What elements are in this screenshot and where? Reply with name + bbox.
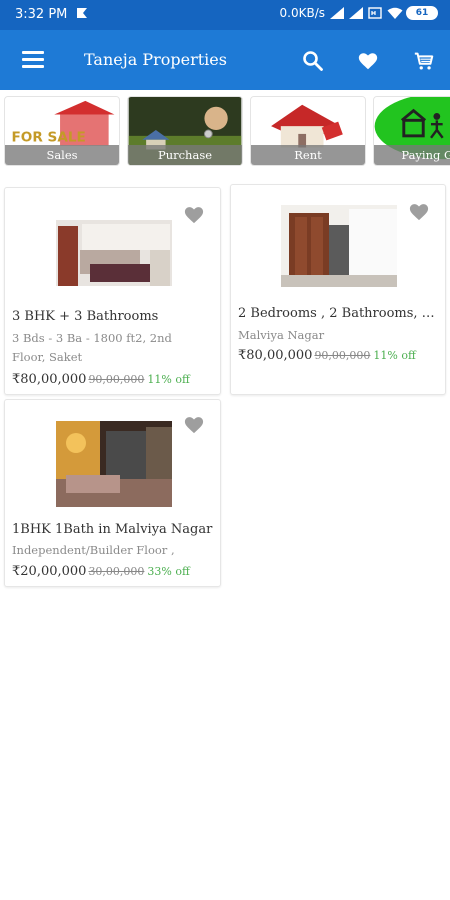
favorite-icon[interactable] bbox=[183, 414, 205, 434]
listing-image bbox=[281, 205, 397, 287]
listing-description: Malviya Nagar bbox=[238, 328, 325, 342]
app-title: Taneja Properties bbox=[84, 50, 227, 69]
menu-icon[interactable] bbox=[22, 51, 44, 69]
listing-card[interactable]: 2 Bedrooms , 2 Bathrooms, 1… Malviya Nag… bbox=[230, 184, 446, 395]
category-rent[interactable]: Rent bbox=[250, 96, 366, 166]
category-label: Paying Gu bbox=[374, 145, 450, 165]
listing-card[interactable]: 1BHK 1Bath in Malviya Nagar Independent/… bbox=[4, 399, 221, 587]
app-bar: Taneja Properties bbox=[0, 30, 450, 90]
battery-indicator: 61 bbox=[406, 6, 438, 20]
listing-price: ₹80,00,000 bbox=[238, 348, 313, 363]
listing-card[interactable]: 3 BHK + 3 Bathrooms 3 Bds - 3 Ba - 1800 … bbox=[4, 187, 221, 395]
listing-title: 3 BHK + 3 Bathrooms bbox=[12, 309, 159, 324]
listing-title: 1BHK 1Bath in Malviya Nagar bbox=[12, 522, 213, 537]
listing-original-price: 90,00,000 bbox=[88, 373, 145, 386]
listing-image bbox=[56, 220, 172, 286]
listing-price-row: ₹80,00,000 90,00,000 11% off bbox=[238, 348, 416, 363]
wifi-icon bbox=[387, 7, 403, 19]
search-icon[interactable] bbox=[302, 50, 324, 72]
listing-original-price: 90,00,000 bbox=[314, 349, 371, 362]
notification-flag-icon bbox=[76, 7, 88, 22]
hd-icon bbox=[368, 7, 382, 19]
favorite-icon[interactable] bbox=[408, 201, 430, 221]
status-bar: 3:32 PM 0.0KB/s 61 bbox=[0, 0, 450, 30]
network-speed: 0.0KB/s bbox=[279, 6, 325, 20]
listing-price-row: ₹20,00,000 30,00,000 33% off bbox=[12, 564, 190, 579]
status-time: 3:32 PM bbox=[15, 7, 68, 22]
signal-icon bbox=[330, 7, 344, 19]
svg-text:FOR SALE: FOR SALE bbox=[11, 130, 85, 146]
category-strip: FOR SALE Sales Purchase Rent Paying bbox=[0, 94, 450, 168]
category-sales[interactable]: FOR SALE Sales bbox=[4, 96, 120, 166]
category-label: Purchase bbox=[128, 145, 242, 165]
category-paying-guest[interactable]: Paying Gu bbox=[373, 96, 450, 166]
listing-price: ₹80,00,000 bbox=[12, 372, 87, 387]
listing-discount: 33% off bbox=[147, 565, 190, 578]
listing-image bbox=[56, 421, 172, 507]
signal-icon bbox=[349, 7, 363, 19]
listing-original-price: 30,00,000 bbox=[88, 565, 145, 578]
heart-icon[interactable] bbox=[357, 50, 379, 72]
category-purchase[interactable]: Purchase bbox=[127, 96, 243, 166]
listing-price: ₹20,00,000 bbox=[12, 564, 87, 579]
category-label: Sales bbox=[5, 145, 119, 165]
favorite-icon[interactable] bbox=[183, 204, 205, 224]
listing-discount: 11% off bbox=[147, 373, 190, 386]
cart-icon[interactable] bbox=[413, 50, 435, 72]
listing-title: 2 Bedrooms , 2 Bathrooms, 1… bbox=[238, 306, 440, 321]
listing-discount: 11% off bbox=[373, 349, 416, 362]
category-label: Rent bbox=[251, 145, 365, 165]
listing-description: 3 Bds - 3 Ba - 1800 ft2, 2nd Floor, Sake… bbox=[12, 331, 172, 364]
listing-price-row: ₹80,00,000 90,00,000 11% off bbox=[12, 372, 190, 387]
listing-description: Independent/Builder Floor , bbox=[12, 543, 175, 557]
